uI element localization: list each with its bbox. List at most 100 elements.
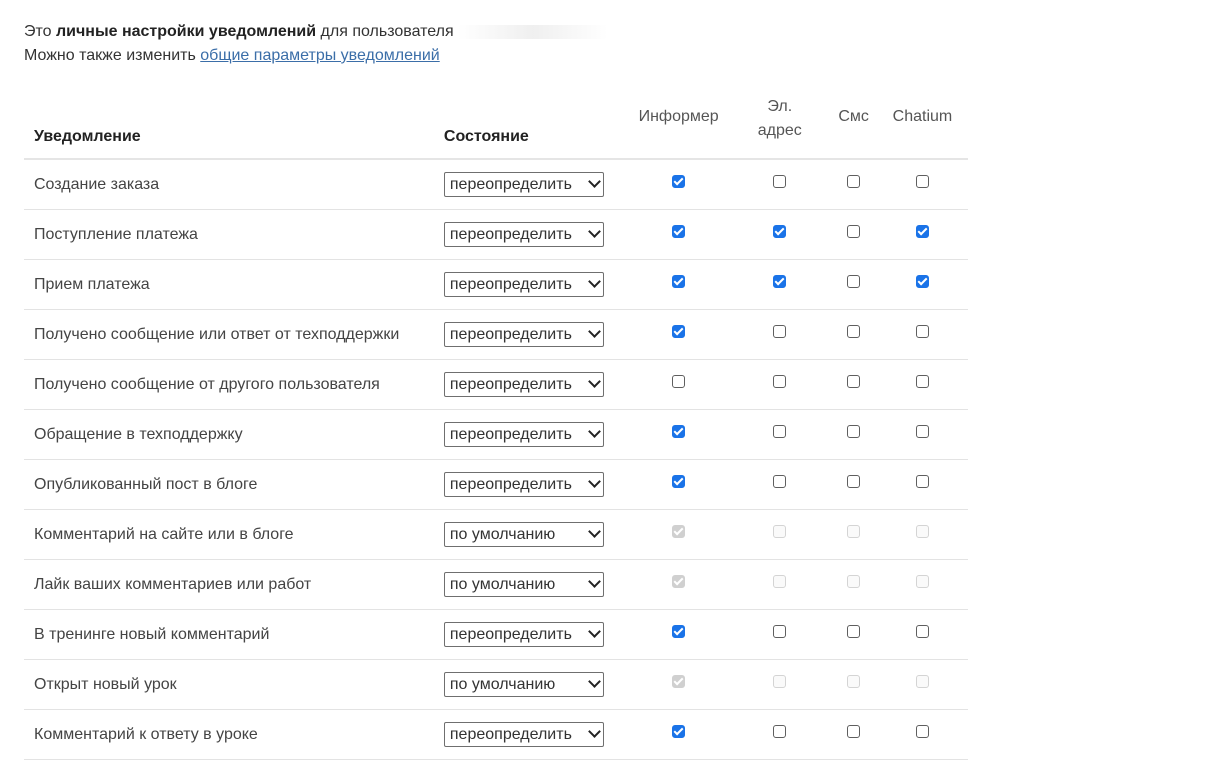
sms-checkbox[interactable] (847, 275, 861, 289)
chatium-checkbox (915, 575, 929, 589)
chatium-checkbox[interactable] (915, 175, 929, 189)
state-select[interactable]: переопределить (443, 472, 604, 497)
state-select-value: переопределить (449, 326, 572, 343)
table-row: Создание заказа переопределить (24, 159, 968, 210)
state-cell: по умолчанию (443, 559, 629, 610)
channel-cell-email (729, 359, 831, 410)
table-row: Получено сообщение от другого пользовате… (24, 359, 968, 410)
chatium-checkbox (915, 675, 929, 689)
email-checkbox[interactable] (773, 625, 787, 639)
informer-checkbox[interactable] (672, 475, 686, 489)
email-checkbox[interactable] (773, 175, 787, 189)
chatium-checkbox[interactable] (915, 375, 929, 389)
sms-checkbox[interactable] (847, 175, 861, 189)
channel-cell-informer (628, 259, 730, 310)
email-checkbox[interactable] (773, 475, 787, 489)
state-select[interactable]: переопределить (443, 422, 604, 447)
sms-checkbox[interactable] (847, 625, 861, 639)
state-select[interactable]: переопределить (443, 622, 604, 647)
channel-cell-informer (628, 209, 730, 260)
channel-cell-email (729, 259, 831, 310)
chatium-checkbox[interactable] (915, 425, 929, 439)
sms-checkbox[interactable] (847, 425, 861, 439)
col-sms-label: Смс (838, 108, 869, 125)
channel-cell-sms (830, 659, 877, 710)
general-settings-link[interactable]: общие параметры уведомлений (200, 47, 439, 64)
state-select[interactable]: переопределить (443, 322, 604, 347)
notification-name: Лайк ваших комментариев или работ (24, 559, 444, 610)
state-cell: по умолчанию (443, 509, 629, 560)
notification-name: Обращение в техподдержку (24, 409, 444, 460)
table-row: Комментарий на сайте или в блоге по умолч… (24, 509, 968, 560)
state-select[interactable]: переопределить (443, 722, 604, 747)
state-select[interactable]: по умолчанию (443, 522, 604, 547)
email-checkbox[interactable] (773, 275, 787, 289)
email-checkbox[interactable] (773, 725, 787, 739)
sms-checkbox[interactable] (847, 375, 861, 389)
chatium-checkbox[interactable] (915, 725, 929, 739)
informer-checkbox[interactable] (672, 375, 686, 389)
table-row: В тренинге новый комментарий переопредели… (24, 609, 968, 660)
informer-checkbox[interactable] (672, 175, 686, 189)
informer-checkbox (672, 575, 686, 589)
channel-cell-informer (628, 559, 730, 610)
chatium-checkbox[interactable] (915, 475, 929, 489)
intro-suffix: для пользователя (320, 23, 454, 40)
state-select[interactable]: переопределить (443, 272, 604, 297)
state-select[interactable]: по умолчанию (443, 572, 604, 597)
sms-checkbox[interactable] (847, 475, 861, 489)
informer-checkbox[interactable] (672, 275, 686, 289)
table-header-row: Уведомление Состояние Информер Эл. адрес… (24, 76, 968, 160)
sms-checkbox[interactable] (847, 325, 861, 339)
informer-checkbox[interactable] (672, 325, 686, 339)
chevron-down-icon (588, 425, 601, 438)
email-checkbox[interactable] (773, 325, 787, 339)
email-checkbox[interactable] (773, 425, 787, 439)
channel-cell-informer (628, 309, 730, 360)
chevron-down-icon (588, 225, 601, 238)
informer-checkbox[interactable] (672, 225, 686, 239)
informer-checkbox[interactable] (672, 425, 686, 439)
chatium-checkbox[interactable] (915, 625, 929, 639)
channel-cell-informer (628, 409, 730, 460)
channel-cell-email (729, 459, 831, 510)
chatium-checkbox[interactable] (915, 275, 929, 289)
state-select-value: по умолчанию (449, 576, 556, 593)
state-select[interactable]: по умолчанию (443, 672, 604, 697)
state-select-value: переопределить (449, 376, 572, 393)
sms-checkbox[interactable] (847, 725, 861, 739)
channel-cell-chatium (876, 159, 968, 210)
col-email: Эл. адрес (729, 76, 831, 160)
col-informer-label: Информер (638, 108, 719, 125)
table-row: Прием платежа переопределить (24, 259, 968, 310)
chatium-checkbox[interactable] (915, 325, 929, 339)
channel-cell-sms (830, 559, 877, 610)
email-checkbox (773, 575, 787, 589)
state-select[interactable]: переопределить (443, 172, 604, 197)
chatium-checkbox (915, 525, 929, 539)
informer-checkbox[interactable] (672, 725, 686, 739)
channel-cell-email (729, 509, 831, 560)
chatium-checkbox[interactable] (915, 225, 929, 239)
channel-cell-email (729, 609, 831, 660)
state-select[interactable]: переопределить (443, 372, 604, 397)
email-checkbox[interactable] (773, 225, 787, 239)
chevron-down-icon (588, 525, 601, 538)
state-cell: переопределить (443, 359, 629, 410)
state-select-value: переопределить (449, 226, 572, 243)
table-row: Открыт новый урок по умолчанию (24, 659, 968, 710)
channel-cell-sms (830, 309, 877, 360)
state-select-value: по умолчанию (449, 676, 556, 693)
informer-checkbox[interactable] (672, 625, 686, 639)
email-checkbox[interactable] (773, 375, 787, 389)
sms-checkbox[interactable] (847, 225, 861, 239)
channel-cell-informer (628, 459, 730, 510)
col-notification: Уведомление (24, 76, 444, 160)
channel-cell-chatium (876, 459, 968, 510)
col-informer: Информер (628, 76, 730, 160)
state-select-value: переопределить (449, 726, 572, 743)
state-cell: по умолчанию (443, 659, 629, 710)
state-select[interactable]: переопределить (443, 222, 604, 247)
channel-cell-sms (830, 459, 877, 510)
state-cell: переопределить (443, 709, 629, 760)
